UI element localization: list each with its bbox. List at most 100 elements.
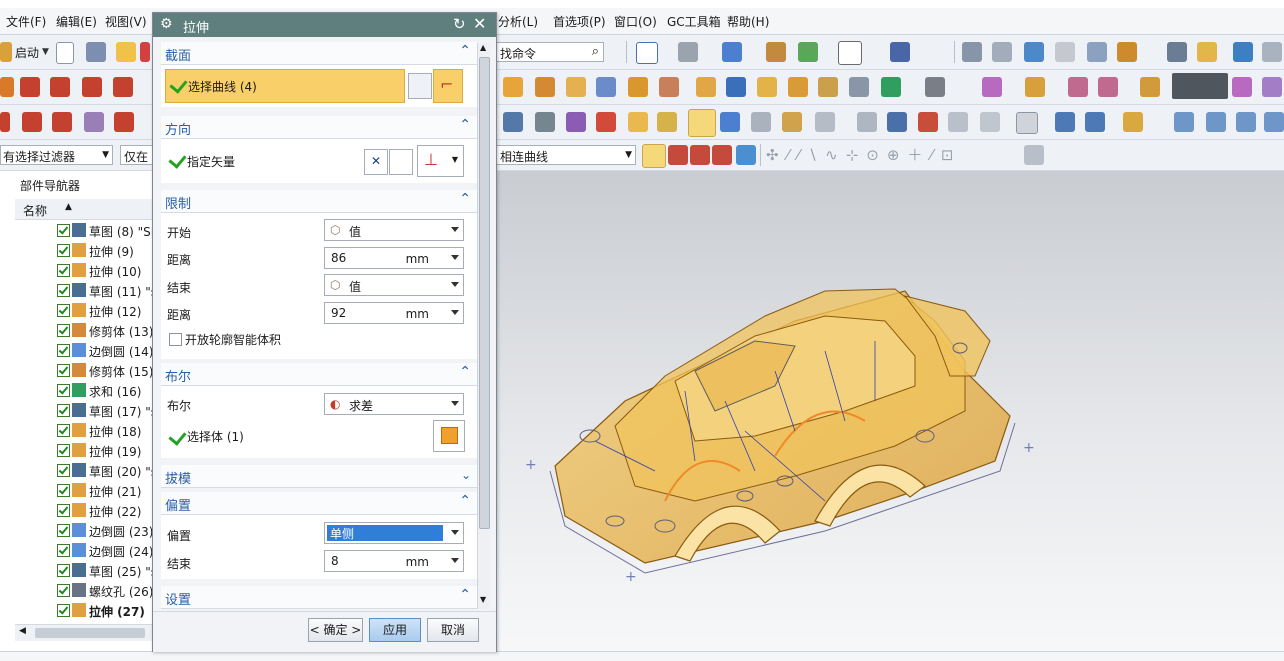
cone-icon[interactable]: [566, 77, 586, 97]
snap-point-icons[interactable]: ✣⁄⁄∖∿⊹⊙⊕＋⁄⊡: [766, 144, 1026, 166]
surface3-icon[interactable]: [1236, 112, 1256, 132]
visibility-checkbox[interactable]: [57, 244, 70, 257]
expand-icon[interactable]: ⌄: [461, 468, 471, 482]
studio-icon[interactable]: [535, 112, 555, 132]
photo-icon[interactable]: [918, 112, 938, 132]
camera-icon[interactable]: [815, 112, 835, 132]
polygon-icon[interactable]: [84, 112, 104, 132]
tree-item[interactable]: 边倒圆 (14): [55, 341, 152, 361]
reverse-direction-icon[interactable]: ✕: [364, 149, 388, 175]
tree-item[interactable]: 修剪体 (13): [55, 321, 152, 341]
tree-item[interactable]: 草图 (11) "s: [55, 281, 152, 301]
visibility-checkbox[interactable]: [57, 324, 70, 337]
menu-analysis[interactable]: 分析(L): [498, 13, 538, 30]
cylinder-icon[interactable]: [535, 77, 555, 97]
new-file-icon[interactable]: [56, 42, 74, 64]
cancel-button[interactable]: 取消: [427, 618, 479, 642]
feature-curve-icon[interactable]: [712, 145, 732, 165]
scope-select[interactable]: 仅在工: [120, 145, 154, 165]
tree-item[interactable]: 拉伸 (27): [55, 601, 152, 621]
fold-icon[interactable]: [1123, 112, 1143, 132]
chevron-down-icon[interactable]: ▼: [42, 47, 49, 57]
section-header[interactable]: 截面 ⌃: [161, 42, 477, 65]
visibility-checkbox[interactable]: [57, 604, 70, 617]
palette-icon[interactable]: [596, 112, 616, 132]
visibility-checkbox[interactable]: [57, 504, 70, 517]
grid-icon[interactable]: [1055, 42, 1075, 62]
highlight-light-icon[interactable]: [688, 109, 716, 137]
sketch-section-icon[interactable]: [408, 73, 432, 99]
wcs-icon[interactable]: [890, 42, 910, 62]
command-search-input[interactable]: 找命令 ⌕: [496, 42, 604, 62]
collapse-icon[interactable]: ⌃: [459, 364, 471, 380]
dialog-scrollbar[interactable]: ▲ ▼: [477, 43, 490, 609]
sort-ascending-icon[interactable]: ▲: [65, 202, 72, 212]
visibility-checkbox[interactable]: [57, 464, 70, 477]
menu-help[interactable]: 帮助(H): [727, 13, 769, 30]
curve-icon[interactable]: [113, 77, 133, 97]
tool-icon[interactable]: [1117, 42, 1137, 62]
curve-select-icon[interactable]: ⌐: [433, 69, 463, 103]
bulb-icon[interactable]: [751, 112, 771, 132]
collapse-icon[interactable]: ⌃: [459, 117, 471, 133]
curve-rule-select[interactable]: 相连曲线 ▼: [496, 145, 636, 165]
cloud-icon[interactable]: [857, 112, 877, 132]
search-icon[interactable]: ⌕: [592, 44, 599, 59]
thread-icon[interactable]: [849, 77, 869, 97]
offset-face-icon[interactable]: [1025, 77, 1045, 97]
save-icon[interactable]: [140, 42, 150, 62]
visibility-checkbox[interactable]: [57, 344, 70, 357]
apply-button[interactable]: 应用: [369, 618, 421, 642]
select-body-icon[interactable]: [433, 420, 465, 452]
boolean-type-select[interactable]: ◐ 求差: [324, 393, 464, 415]
section-view-icon[interactable]: [1055, 112, 1075, 132]
more-icon[interactable]: [1232, 77, 1252, 97]
arrow-icon[interactable]: [1233, 42, 1253, 62]
visibility-checkbox[interactable]: [57, 264, 70, 277]
visibility-checkbox[interactable]: [57, 444, 70, 457]
visibility-checkbox[interactable]: [57, 304, 70, 317]
vector-type-select[interactable]: ⊥ ▼: [417, 145, 464, 177]
offset-header[interactable]: 偏置 ⌃: [161, 492, 477, 515]
cube-gray-icon[interactable]: [980, 112, 1000, 132]
close-icon[interactable]: ✕: [473, 14, 486, 33]
vector-dialog-icon[interactable]: [389, 149, 413, 175]
groove-icon[interactable]: [726, 77, 746, 97]
line-icon[interactable]: [20, 77, 40, 97]
start-type-select[interactable]: ⬡ 值: [324, 219, 464, 241]
stop-at-intersection-icon[interactable]: [642, 144, 666, 168]
sketch-point-icon[interactable]: [0, 77, 14, 97]
tree-item[interactable]: 修剪体 (15): [55, 361, 152, 381]
visibility-checkbox[interactable]: [57, 384, 70, 397]
visibility-checkbox[interactable]: [57, 564, 70, 577]
visibility-checkbox[interactable]: [57, 524, 70, 537]
menu-window[interactable]: 窗口(O): [614, 13, 657, 30]
open-file-icon[interactable]: [86, 42, 106, 62]
selection-filter-select[interactable]: 有选择过滤器 ▼: [0, 145, 113, 165]
grid-snap-icon[interactable]: [1024, 145, 1044, 165]
end-distance-input[interactable]: 92 mm: [324, 302, 464, 324]
tree-item[interactable]: 草图 (8) "SI: [55, 221, 152, 241]
line2-icon[interactable]: [0, 112, 10, 132]
open-profile-checkbox[interactable]: [169, 333, 182, 346]
sphere-icon[interactable]: [596, 77, 616, 97]
column-name-header[interactable]: 名称: [23, 202, 47, 219]
tree-item[interactable]: 草图 (25) "s: [55, 561, 152, 581]
tree-item[interactable]: 拉伸 (22): [55, 501, 152, 521]
pattern-icon[interactable]: [788, 77, 808, 97]
tree-item[interactable]: 边倒圆 (24): [55, 541, 152, 561]
model-graphics[interactable]: + + +: [495, 171, 1284, 655]
render-style-icon[interactable]: [722, 42, 742, 62]
measure-icon[interactable]: [992, 42, 1012, 62]
surface2-icon[interactable]: [1206, 112, 1226, 132]
tree-item[interactable]: 拉伸 (10): [55, 261, 152, 281]
tree-item[interactable]: 螺纹孔 (26): [55, 581, 152, 601]
trim-body-icon[interactable]: [1068, 77, 1088, 97]
limits-header[interactable]: 限制 ⌃: [161, 190, 477, 213]
light-icon[interactable]: [657, 112, 677, 132]
draft-icon[interactable]: [1140, 77, 1160, 97]
scroll-left-icon[interactable]: ◀: [19, 626, 26, 636]
spline-icon[interactable]: [22, 112, 42, 132]
pocket-icon[interactable]: [757, 77, 777, 97]
fit-view-icon[interactable]: [636, 42, 658, 64]
